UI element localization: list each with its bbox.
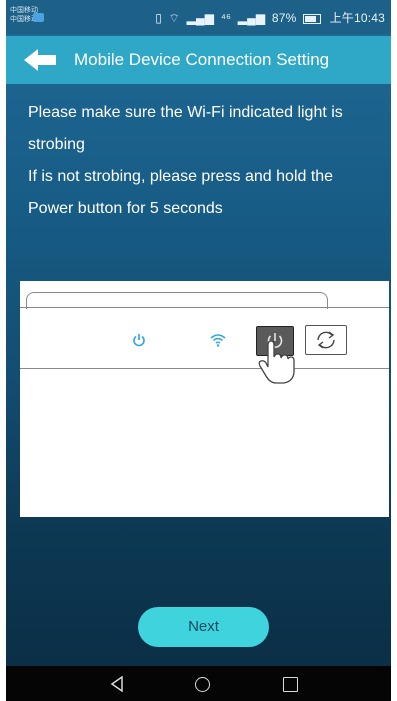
battery-percent: 87% [271,11,297,25]
instruction-line-4: Power button for 5 seconds [28,200,223,217]
device-illustration [20,281,389,517]
next-button[interactable]: Next [138,607,269,647]
signal-icon-2: ▂▄▆ [237,11,266,25]
pointing-hand-icon [258,341,295,384]
nav-back-icon[interactable] [110,676,124,692]
app-screen: 中国移动 中国移动 ▯ ⌔ ▂▄▆ ⁴⁶ ▂▄▆ 87% 上午10:43 Mob… [6,0,391,701]
instruction-line-2: strobing [28,136,85,153]
wifi-indicator-icon [210,334,226,347]
reset-button[interactable] [305,325,347,355]
vibrate-icon: ▯ [155,11,162,25]
power-indicator-icon [133,334,145,347]
system-nav-bar [6,666,391,701]
clock: 上午10:43 [329,11,385,25]
instruction-line-3: If is not strobing, please press and hol… [28,168,334,185]
reset-icon [317,331,335,349]
device-edge-top [20,307,389,308]
nav-home-icon[interactable] [195,677,210,692]
nav-recent-apps-icon[interactable] [283,677,298,692]
back-button[interactable] [22,48,62,72]
carrier-app-icon [33,13,44,22]
battery-icon [303,13,322,24]
wifi-status-icon: ⌔ [168,11,181,25]
device-edge-bottom [20,368,389,369]
network-type: ⁴⁶ [220,11,232,25]
signal-icon: ▂▄▆ [186,11,215,25]
status-right: ▯ ⌔ ▂▄▆ ⁴⁶ ▂▄▆ 87% 上午10:43 [152,9,385,26]
app-header: Mobile Device Connection Setting [6,36,391,84]
instruction-line-1: Please make sure the Wi-Fi indicated lig… [28,104,343,121]
back-arrow-icon [24,49,56,71]
page-title: Mobile Device Connection Setting [74,50,330,69]
status-bar: 中国移动 中国移动 ▯ ⌔ ▂▄▆ ⁴⁶ ▂▄▆ 87% 上午10:43 [6,0,391,34]
